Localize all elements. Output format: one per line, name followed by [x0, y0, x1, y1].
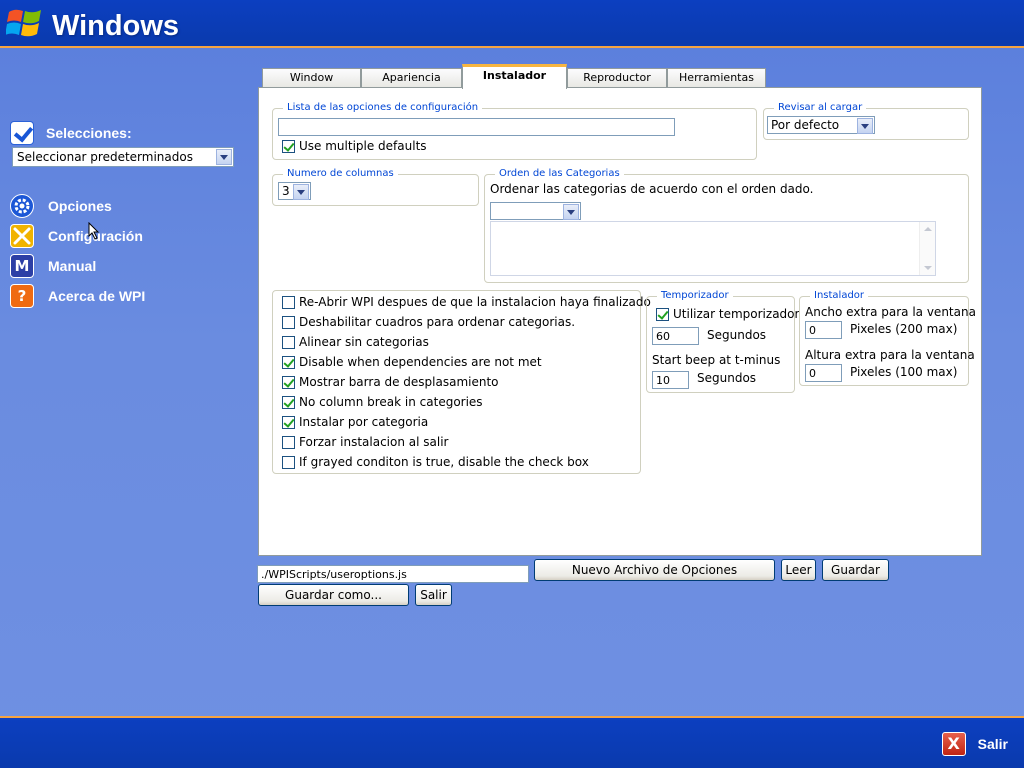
ancho-label: Ancho extra para la ventana: [805, 305, 976, 319]
guardar-button[interactable]: Guardar: [822, 559, 889, 581]
mouse-cursor-icon: [88, 222, 100, 240]
option-label: If grayed conditon is true, disable the …: [299, 455, 589, 469]
top-banner: Windows: [0, 0, 1024, 48]
instalador-legend: Instalador: [810, 290, 869, 301]
tab-apariencia[interactable]: Apariencia: [361, 68, 462, 88]
tools-icon: [10, 224, 34, 248]
options-file-path-input[interactable]: ./WPIScripts/useroptions.js: [257, 565, 529, 583]
altura-label: Altura extra para la ventana: [805, 348, 975, 362]
sidebar-item-acerca[interactable]: ? Acerca de WPI: [10, 284, 145, 308]
option-label: Disable when dependencies are not met: [299, 355, 542, 369]
option-checkbox-column-break[interactable]: [282, 396, 295, 409]
ancho-unit: Pixeles (200 max): [850, 322, 958, 336]
selecciones-dropdown[interactable]: Seleccionar predeterminados: [12, 147, 234, 167]
orden-dropdown[interactable]: [490, 202, 581, 220]
instalador-panel: Lista de las opciones de configuración U…: [258, 87, 982, 556]
option-checkbox-deshabilitar[interactable]: [282, 316, 295, 329]
ancho-input[interactable]: 0: [805, 321, 842, 339]
orden-legend: Orden de las Categorias: [495, 168, 624, 179]
chevron-down-icon[interactable]: [293, 184, 309, 200]
help-icon: ?: [10, 284, 34, 308]
scroll-down-icon[interactable]: [924, 266, 932, 270]
sidebar-item-label: Manual: [48, 258, 97, 274]
chevron-down-icon[interactable]: [563, 204, 579, 220]
option-label: Deshabilitar cuadros para ordenar catego…: [299, 315, 576, 329]
columnas-dropdown[interactable]: 3: [278, 182, 311, 200]
gear-icon: [10, 194, 34, 218]
nuevo-archivo-button[interactable]: Nuevo Archivo de Opciones: [534, 559, 775, 581]
altura-input[interactable]: 0: [805, 364, 842, 382]
instalador-size-group: Instalador Ancho extra para la ventana 0…: [799, 290, 976, 386]
orden-group: Orden de las Categorias Ordenar las cate…: [484, 168, 969, 283]
manual-icon: M: [10, 254, 34, 278]
sidebar-item-label: Acerca de WPI: [48, 288, 146, 304]
leer-button[interactable]: Leer: [781, 559, 816, 581]
option-checkbox-reabrir[interactable]: [282, 296, 295, 309]
close-icon: X: [941, 732, 966, 756]
utilizar-temporizador-checkbox[interactable]: [656, 308, 669, 321]
temporizador-legend: Temporizador: [657, 290, 733, 301]
columnas-group: Numero de columnas 3: [272, 168, 479, 206]
config-list-group: Lista de las opciones de configuración U…: [272, 102, 757, 160]
revisar-group: Revisar al cargar Por defecto: [763, 102, 969, 140]
temporizador-group: Temporizador Utilizar temporizador 60 Se…: [646, 290, 799, 393]
option-checkbox-alinear[interactable]: [282, 336, 295, 349]
utilizar-temporizador-label: Utilizar temporizador: [673, 307, 800, 321]
tab-reproductor[interactable]: Reproductor: [567, 68, 667, 88]
option-label: Mostrar barra de desplasamiento: [299, 375, 499, 389]
brand-title: Windows: [52, 10, 180, 42]
options-group: Re-Abrir WPI despues de que la instalaci…: [272, 290, 651, 474]
chevron-down-icon[interactable]: [857, 118, 873, 134]
sidebar-item-manual[interactable]: M Manual: [10, 254, 96, 278]
option-checkbox-por-categoria[interactable]: [282, 416, 295, 429]
exit-button[interactable]: X Salir: [941, 732, 1008, 756]
windows-logo-icon: [6, 9, 41, 37]
sidebar-item-label: Opciones: [48, 198, 112, 214]
tab-instalador[interactable]: Instalador: [462, 64, 567, 89]
option-checkbox-dependencies[interactable]: [282, 356, 295, 369]
beep-input[interactable]: 10: [652, 371, 689, 389]
option-checkbox-grayed[interactable]: [282, 456, 295, 469]
config-list-input[interactable]: [278, 118, 675, 136]
option-label: Instalar por categoria: [299, 415, 429, 429]
config-list-legend: Lista de las opciones de configuración: [283, 102, 483, 113]
beep-unit: Segundos: [697, 371, 757, 385]
orden-scrollbar[interactable]: [919, 222, 935, 275]
sidebar-item-configuracion[interactable]: Configuración: [10, 224, 143, 248]
altura-unit: Pixeles (100 max): [850, 365, 958, 379]
orden-textarea[interactable]: [490, 221, 936, 276]
exit-label: Salir: [977, 736, 1008, 752]
scroll-up-icon[interactable]: [924, 227, 932, 231]
seconds-input[interactable]: 60: [652, 327, 699, 345]
option-label: Re-Abrir WPI despues de que la instalaci…: [299, 295, 651, 309]
beep-label: Start beep at t-minus: [652, 353, 781, 367]
sidebar-item-opciones[interactable]: Opciones: [10, 194, 112, 218]
orden-description: Ordenar las categorias de acuerdo con el…: [490, 182, 814, 196]
selecciones-header: Selecciones:: [10, 121, 132, 145]
columnas-value: 3: [282, 184, 290, 198]
revisar-dropdown[interactable]: Por defecto: [767, 116, 875, 134]
checkmark-icon: [10, 121, 34, 145]
bottom-bar: X Salir: [0, 716, 1024, 768]
multiple-defaults-label: Use multiple defaults: [299, 139, 427, 153]
revisar-legend: Revisar al cargar: [774, 102, 867, 113]
seconds-label: Segundos: [707, 328, 767, 342]
revisar-value: Por defecto: [771, 118, 840, 132]
tab-herramientas[interactable]: Herramientas: [667, 68, 766, 88]
guardar-como-button[interactable]: Guardar como...: [258, 584, 409, 606]
option-checkbox-barra[interactable]: [282, 376, 295, 389]
multiple-defaults-checkbox[interactable]: [282, 140, 295, 153]
option-checkbox-forzar[interactable]: [282, 436, 295, 449]
selecciones-label: Selecciones:: [46, 125, 132, 141]
chevron-down-icon[interactable]: [216, 149, 232, 165]
selecciones-value: Seleccionar predeterminados: [17, 150, 193, 164]
columnas-legend: Numero de columnas: [283, 168, 398, 179]
tab-window[interactable]: Window: [262, 68, 361, 88]
option-label: Forzar instalacion al salir: [299, 435, 449, 449]
option-label: No column break in categories: [299, 395, 483, 409]
salir-button[interactable]: Salir: [415, 584, 452, 606]
option-label: Alinear sin categorias: [299, 335, 429, 349]
